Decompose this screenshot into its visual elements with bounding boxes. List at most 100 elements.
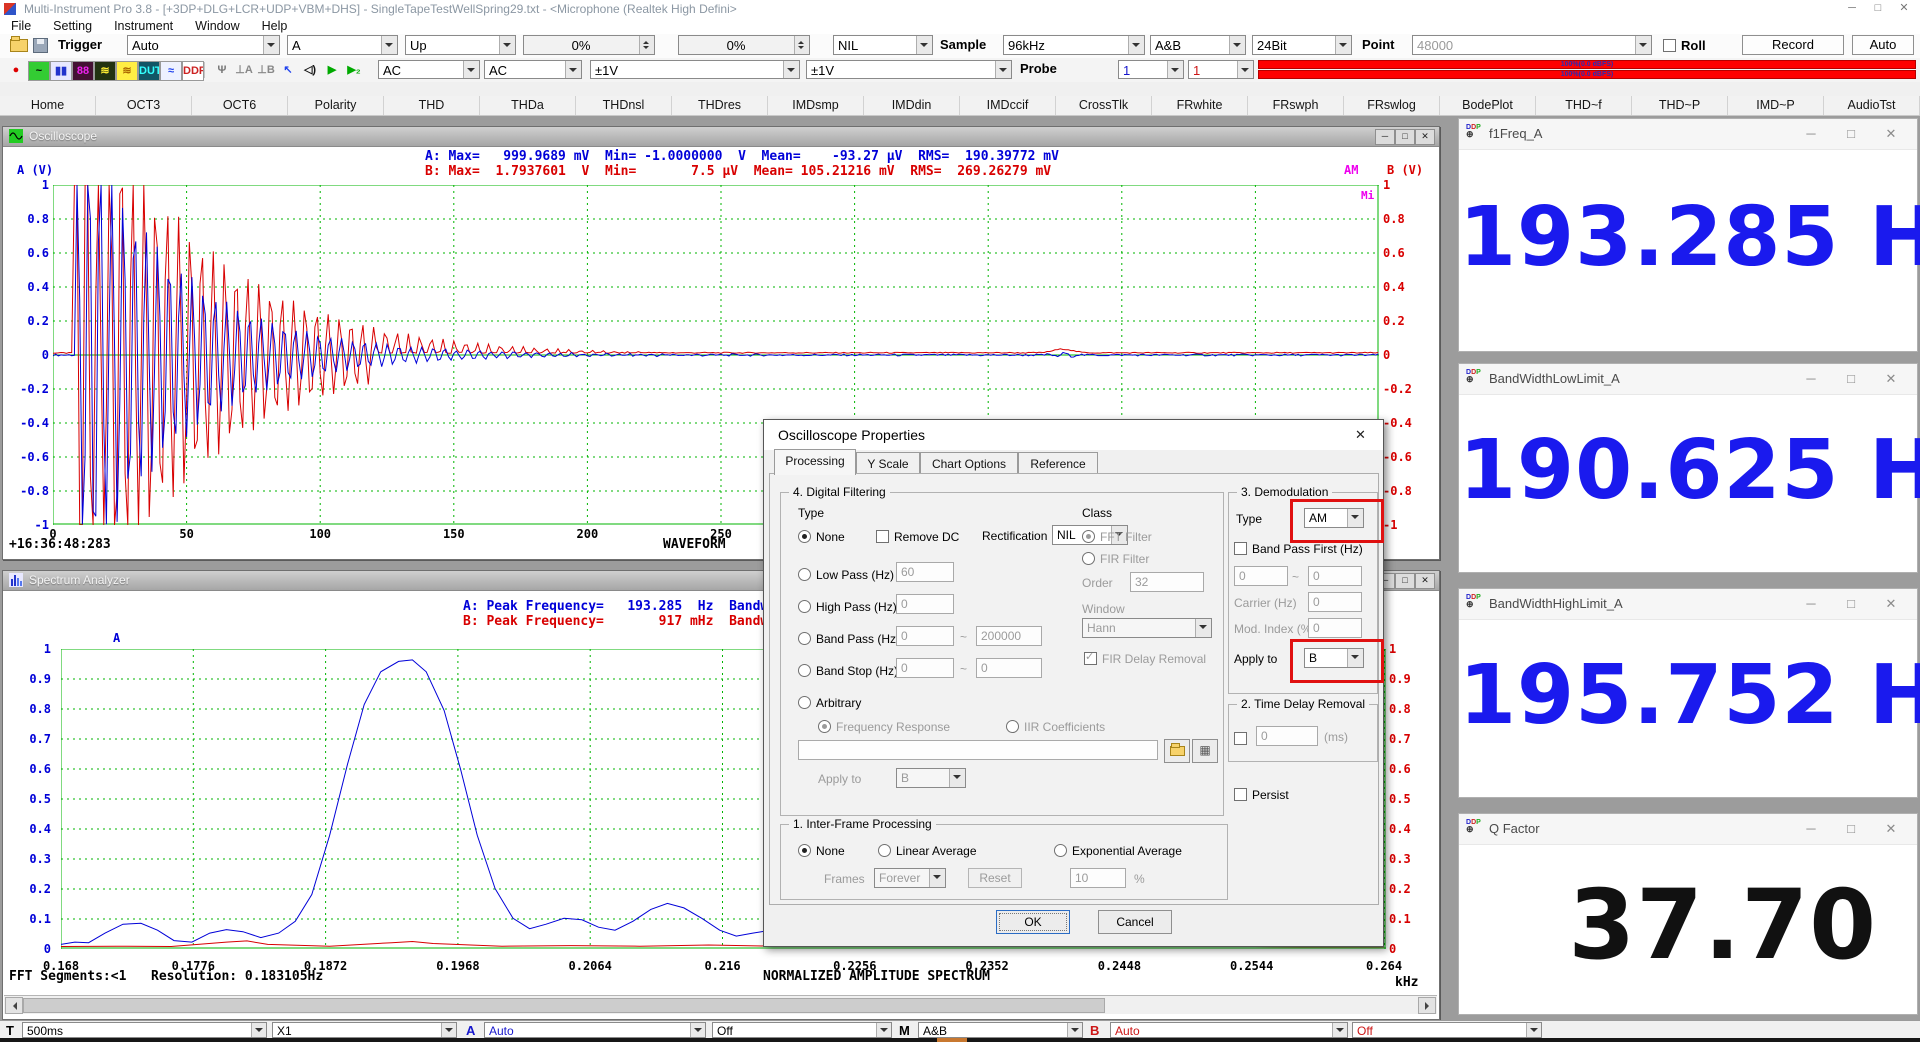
sample-channels-select[interactable]: A&B <box>1150 35 1246 55</box>
restore-icon[interactable]: □ <box>1395 129 1415 145</box>
maximize-icon[interactable]: □ <box>1841 595 1861 613</box>
close-icon[interactable]: ✕ <box>1338 420 1383 449</box>
df-order-field[interactable]: 32 <box>1130 572 1204 592</box>
maximize-icon[interactable]: □ <box>1866 1 1890 16</box>
tab-thdnsl[interactable]: THDnsl <box>576 96 672 115</box>
ddp-viewer-icon[interactable]: DDP <box>182 61 204 81</box>
df-high-pass-field[interactable]: 0 <box>896 594 954 614</box>
df-arbitrary-radio[interactable]: Arbitrary <box>798 694 861 712</box>
tab-crosstlk[interactable]: CrossTlk <box>1056 96 1152 115</box>
tab-imddin[interactable]: IMDdin <box>864 96 960 115</box>
ddp-titlebar[interactable]: DDP⊕Q Factor─□✕ <box>1459 814 1917 845</box>
tab-audiotst[interactable]: AudioTst <box>1824 96 1920 115</box>
coefficient-table-icon[interactable]: ▦ <box>1192 739 1218 763</box>
probe-b-select[interactable]: 1 <box>1188 60 1254 79</box>
tab-oct6[interactable]: OCT6 <box>192 96 288 115</box>
df-low-pass-field[interactable]: 60 <box>896 562 954 582</box>
menu-setting[interactable]: Setting <box>42 19 103 33</box>
demod-carrier-field[interactable]: 0 <box>1308 592 1362 612</box>
tab-polarity[interactable]: Polarity <box>288 96 384 115</box>
df-band-pass-from-field[interactable]: 0 <box>896 626 954 646</box>
open-file-icon[interactable] <box>10 39 28 52</box>
close-icon[interactable]: ✕ <box>1881 370 1901 388</box>
ddp-titlebar[interactable]: DDP⊕f1Freq_A─□✕ <box>1459 119 1917 150</box>
probe-a-select[interactable]: 1 <box>1118 60 1184 79</box>
oscilloscope-icon[interactable]: ~ <box>28 61 50 81</box>
df-none-radio[interactable]: None <box>798 528 845 546</box>
tab-frswph[interactable]: FRswph <box>1248 96 1344 115</box>
close-icon[interactable]: ✕ <box>1415 573 1435 589</box>
menu-file[interactable]: File <box>0 19 42 33</box>
ddp-titlebar[interactable]: DDP⊕BandWidthLowLimit_A─□✕ <box>1459 364 1917 395</box>
persist-checkbox[interactable]: Persist <box>1234 786 1289 804</box>
spectrum-analyzer-icon[interactable]: ▮▮ <box>50 61 72 81</box>
coupling-a-select[interactable]: AC <box>378 60 480 79</box>
derived-data-curve-icon[interactable]: ≈ <box>160 61 182 81</box>
minimize-icon[interactable]: ─ <box>1840 1 1864 16</box>
if-exponential-radio[interactable]: Exponential Average <box>1054 842 1182 860</box>
tab-y-scale[interactable]: Y Scale <box>856 452 920 475</box>
tab-thdres[interactable]: THDres <box>672 96 768 115</box>
if-none-radio[interactable]: None <box>798 842 845 860</box>
browse-folder-icon[interactable] <box>1164 739 1190 763</box>
point-count-select[interactable]: 48000 <box>1412 35 1652 55</box>
demod-bp-from-field[interactable]: 0 <box>1234 566 1288 586</box>
menu-help[interactable]: Help <box>251 19 299 33</box>
demod-mod-index-field[interactable]: 0 <box>1308 618 1362 638</box>
tab-processing[interactable]: Processing <box>774 449 856 475</box>
df-low-pass-radio[interactable]: Low Pass (Hz) <box>798 566 894 584</box>
b-filter-select[interactable]: Off <box>1352 1022 1542 1038</box>
maximize-icon[interactable]: □ <box>1841 820 1861 838</box>
spectrum-3d-plot-icon[interactable]: ≋ <box>94 61 116 81</box>
run-icon[interactable]: ▶ <box>322 61 342 79</box>
menu-instrument[interactable]: Instrument <box>103 19 184 33</box>
if-exp-field[interactable]: 10 <box>1070 868 1126 888</box>
sweep-time-select[interactable]: 500ms <box>22 1022 267 1038</box>
tab-home[interactable]: Home <box>0 96 96 115</box>
scroll-thumb[interactable] <box>23 998 1105 1013</box>
spec-hscrollbar[interactable] <box>4 995 1437 1014</box>
trigger-edge-select[interactable]: Up <box>405 35 516 55</box>
ground-b-icon[interactable]: ⊥B <box>256 61 276 79</box>
df-high-pass-radio[interactable]: High Pass (Hz) <box>798 598 897 616</box>
device-test-plan-icon[interactable]: DUT <box>138 61 160 81</box>
save-icon[interactable] <box>33 38 48 53</box>
tab-frwhite[interactable]: FRwhite <box>1152 96 1248 115</box>
close-icon[interactable]: ✕ <box>1415 129 1435 145</box>
maximize-icon[interactable]: □ <box>1841 125 1861 143</box>
magnify-select[interactable]: X1 <box>272 1022 457 1038</box>
speaker-icon[interactable]: ◁) <box>300 61 320 79</box>
close-icon[interactable]: ✕ <box>1881 595 1901 613</box>
range-a-select[interactable]: ±1V <box>590 60 800 79</box>
tab-oct3[interactable]: OCT3 <box>96 96 192 115</box>
close-icon[interactable]: ✕ <box>1892 1 1916 16</box>
df-arbitrary-file-field[interactable] <box>798 740 1158 760</box>
microphone-icon[interactable]: Ψ <box>212 61 232 79</box>
roll-checkbox[interactable]: Roll <box>1663 37 1706 55</box>
minimize-icon[interactable]: ─ <box>1375 129 1395 145</box>
probe-cursor-icon[interactable]: ↖ <box>278 61 298 79</box>
tab-thda[interactable]: THDa <box>480 96 576 115</box>
df-band-stop-from-field[interactable]: 0 <box>896 658 954 678</box>
close-icon[interactable]: ✕ <box>1881 820 1901 838</box>
maximize-icon[interactable]: □ <box>1841 370 1861 388</box>
df-band-pass-radio[interactable]: Band Pass (Hz) <box>798 630 900 648</box>
tab-thd[interactable]: THD <box>384 96 480 115</box>
time-delay-checkbox[interactable] <box>1234 730 1247 748</box>
restore-icon[interactable]: □ <box>1395 573 1415 589</box>
tab-thd-f[interactable]: THD~f <box>1536 96 1632 115</box>
df-band-stop-to-field[interactable]: 0 <box>976 658 1042 678</box>
tab-imdccif[interactable]: IMDccif <box>960 96 1056 115</box>
tab-thd-p[interactable]: THD~P <box>1632 96 1728 115</box>
ok-button[interactable]: OK <box>996 910 1070 934</box>
mode-select[interactable]: A&B <box>918 1022 1083 1038</box>
sample-bits-select[interactable]: 24Bit <box>1252 35 1352 55</box>
trigger-hpf-select[interactable]: NIL <box>833 35 933 55</box>
auto-button[interactable]: Auto <box>1852 35 1914 55</box>
df-band-stop-radio[interactable]: Band Stop (Hz) <box>798 662 898 680</box>
tab-frswlog[interactable]: FRswlog <box>1344 96 1440 115</box>
ddp-titlebar[interactable]: DDP⊕BandWidthHighLimit_A─□✕ <box>1459 589 1917 620</box>
tab-imdsmp[interactable]: IMDsmp <box>768 96 864 115</box>
df-remove-dc-checkbox[interactable]: Remove DC <box>876 528 959 546</box>
trigger-delay-stepper[interactable]: 0% <box>678 35 810 55</box>
